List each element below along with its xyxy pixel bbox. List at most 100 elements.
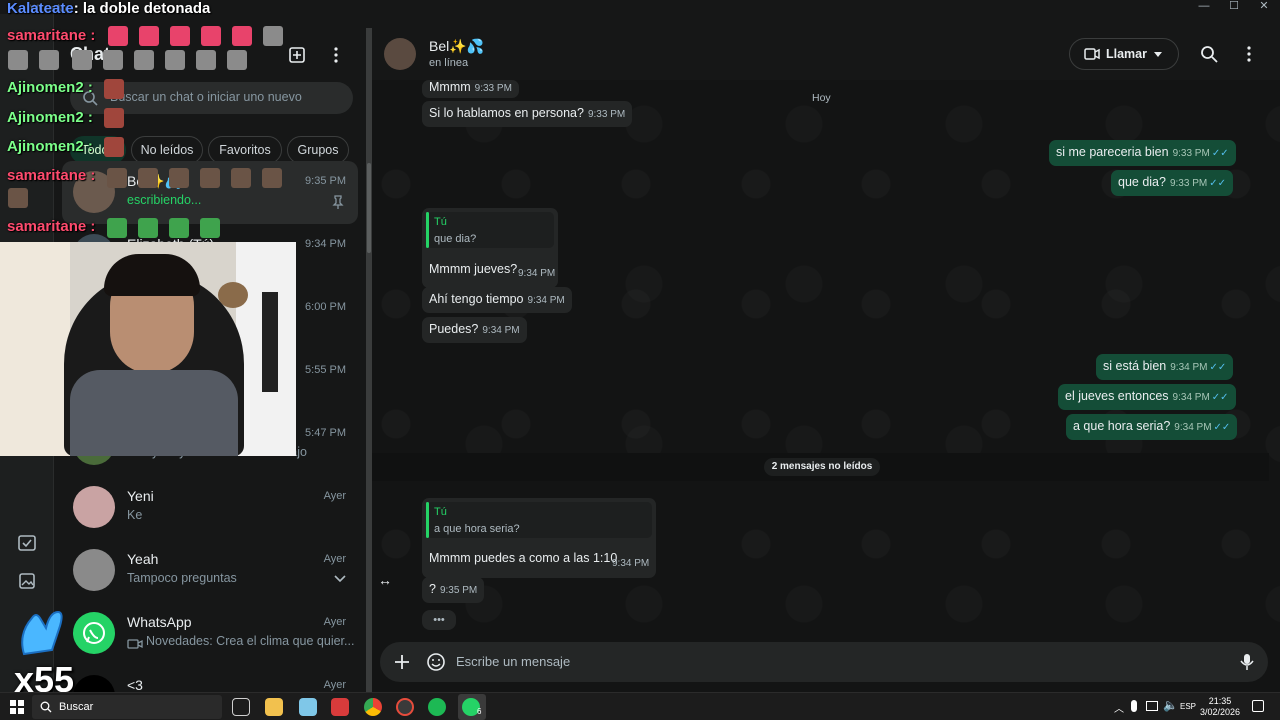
message-text: Mmmm puedes a como a las 1:10 xyxy=(429,551,618,565)
message-time: 9:34 PM xyxy=(518,268,556,279)
plus-icon[interactable] xyxy=(394,654,410,670)
overlay-chat-user: samaritane : xyxy=(7,218,96,235)
overlay-chat-user: Ajinomen2 : xyxy=(7,79,93,96)
contact-status: en línea xyxy=(429,57,469,69)
chrome-icon[interactable] xyxy=(364,698,382,716)
file-explorer-icon[interactable] xyxy=(265,698,283,716)
new-chat-icon[interactable] xyxy=(288,46,306,64)
chevron-down-icon[interactable] xyxy=(334,575,346,583)
network-icon[interactable] xyxy=(1146,701,1158,711)
filter-grupos[interactable]: Grupos xyxy=(287,136,349,164)
scrollbar-thumb[interactable] xyxy=(367,163,371,253)
tray-chevron-up-icon[interactable]: ︿ xyxy=(1114,700,1124,715)
chat-item[interactable]: <3 Ayer xyxy=(62,665,358,692)
webcam-overlay xyxy=(0,242,296,456)
chat-time: 9:35 PM xyxy=(305,175,346,187)
menu-icon[interactable] xyxy=(330,46,342,64)
unread-divider: 2 mensajes no leídos xyxy=(372,453,1269,481)
chat-item-yeni[interactable]: Yeni Ayer Ke xyxy=(62,476,358,539)
chat-name: <3 xyxy=(127,677,143,692)
chat-name: Yeni xyxy=(127,488,154,504)
chat-name: WhatsApp xyxy=(127,614,192,630)
message-incoming[interactable]: ? 9:35 PM xyxy=(422,577,485,603)
status-icon[interactable] xyxy=(15,532,39,556)
message-with-quote[interactable]: Tú a que hora seria? Mmmm puedes a como … xyxy=(422,498,656,578)
app-icon[interactable] xyxy=(331,698,349,716)
search-icon[interactable] xyxy=(1200,45,1218,63)
chat-item-whatsapp[interactable]: WhatsApp Ayer Novedades: Crea el clima q… xyxy=(62,602,358,665)
caret-down-icon xyxy=(1154,52,1162,57)
unread-label: 2 mensajes no leídos xyxy=(764,458,880,476)
glove-emote-icon xyxy=(14,604,74,664)
notification-center-icon[interactable] xyxy=(1252,700,1264,712)
chat-time: 5:55 PM xyxy=(305,364,346,376)
chat-preview: Tampoco preguntas xyxy=(127,571,237,585)
close-button[interactable]: ✕ xyxy=(1246,0,1280,14)
message-with-quote[interactable]: Tú que dia? Mmmm jueves? 9:34 PM xyxy=(422,208,558,288)
menu-icon[interactable] xyxy=(1244,45,1254,63)
chat-time: Ayer xyxy=(323,553,346,565)
taskbar-search[interactable]: Buscar xyxy=(32,695,222,719)
overlay-chat-user: samaritane : xyxy=(7,27,96,44)
read-receipt-icon: ✓✓ xyxy=(1209,178,1226,189)
quote-text: que dia? xyxy=(434,233,477,245)
windows-start-icon[interactable] xyxy=(10,700,24,714)
chat-time: 6:00 PM xyxy=(305,301,346,313)
volume-icon[interactable]: 🔈 xyxy=(1163,698,1178,712)
message-composer[interactable]: Escribe un mensaje xyxy=(380,642,1268,682)
overlay-chat-line: Kalateate: la doble detonada xyxy=(7,0,211,17)
chat-preview: Novedades: Crea el clima que quier... xyxy=(146,634,355,648)
quote-text: a que hora seria? xyxy=(434,523,520,535)
chat-item-yeah[interactable]: Yeah Ayer Tampoco preguntas xyxy=(62,539,358,602)
contact-name[interactable]: Bel✨💦 xyxy=(429,38,484,55)
whatsapp-logo-icon xyxy=(73,612,115,654)
overlay-chat-user: Ajinomen2 : xyxy=(7,109,93,126)
whatsapp-taskbar-button[interactable]: 6 xyxy=(458,694,486,720)
chat-time: 9:34 PM xyxy=(305,238,346,250)
filter-no-leidos[interactable]: No leídos xyxy=(131,136,203,164)
video-call-icon xyxy=(1084,48,1100,60)
chat-preview: Ke xyxy=(127,508,143,522)
message-outgoing[interactable]: que dia? 9:33 PM ✓✓ xyxy=(1111,170,1233,196)
obs-icon[interactable] xyxy=(396,698,414,716)
call-button[interactable]: Llamar xyxy=(1069,38,1179,70)
message-incoming[interactable]: Mmmm 9:33 PM xyxy=(422,80,519,98)
clock[interactable]: 21:35 3/02/2026 xyxy=(1200,696,1240,718)
media-gallery-icon[interactable] xyxy=(15,569,39,593)
message-outgoing[interactable]: el jueves entonces 9:34 PM ✓✓ xyxy=(1058,384,1236,410)
message-incoming[interactable]: Puedes? 9:34 PM xyxy=(422,317,527,343)
microphone-icon[interactable] xyxy=(1240,653,1254,671)
microphone-icon[interactable] xyxy=(1131,700,1137,712)
overlay-chat-user: samaritane : xyxy=(7,167,96,184)
message-incoming[interactable]: Si lo hablamos en persona? 9:33 PM xyxy=(422,101,633,127)
avatar xyxy=(73,549,115,591)
video-icon xyxy=(127,638,143,650)
chat-time: Ayer xyxy=(323,490,346,502)
typing-indicator: ••• xyxy=(422,610,456,630)
conversation-header: Bel✨💦 en línea Llamar xyxy=(372,28,1280,80)
filter-favoritos[interactable]: Favoritos xyxy=(208,136,282,164)
read-receipt-icon: ✓✓ xyxy=(1211,148,1229,159)
chat-name: Yeah xyxy=(127,551,159,567)
message-text: Mmmm jueves? xyxy=(429,262,518,276)
message-input[interactable]: Escribe un mensaje xyxy=(456,654,570,669)
quote-author: Tú xyxy=(434,216,447,228)
read-receipt-icon: ✓✓ xyxy=(1211,392,1229,403)
chat-preview: escribiendo... xyxy=(127,193,202,207)
language-indicator[interactable]: ESP xyxy=(1180,702,1196,711)
avatar[interactable] xyxy=(384,38,416,70)
message-outgoing[interactable]: si está bien 9:34 PM ✓✓ xyxy=(1096,354,1234,380)
sticker-icon[interactable] xyxy=(426,652,446,672)
message-outgoing[interactable]: si me pareceria bien 9:33 PM ✓✓ xyxy=(1049,140,1236,166)
message-incoming[interactable]: Ahí tengo tiempo 9:34 PM xyxy=(422,287,572,313)
overlay-chat-user: Ajinomen2 : xyxy=(7,138,93,155)
spotify-icon[interactable] xyxy=(428,698,446,716)
message-time: 9:34 PM xyxy=(612,558,650,569)
search-input[interactable]: Buscar un chat o iniciar uno nuevo xyxy=(110,90,302,104)
app-icon[interactable] xyxy=(299,698,317,716)
message-outgoing[interactable]: a que hora seria? 9:34 PM ✓✓ xyxy=(1066,414,1238,440)
avatar xyxy=(73,486,115,528)
call-label: Llamar xyxy=(1106,47,1147,61)
search-icon xyxy=(40,701,52,713)
task-view-icon[interactable] xyxy=(232,698,250,716)
